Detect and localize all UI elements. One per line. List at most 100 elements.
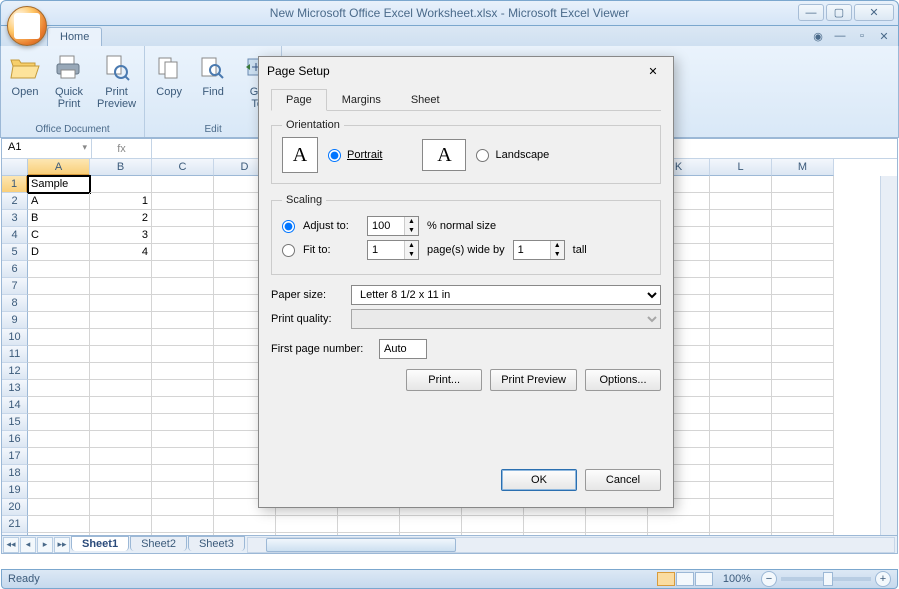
cancel-button[interactable]: Cancel xyxy=(585,469,661,491)
cell[interactable] xyxy=(276,516,338,533)
tab-sheet[interactable]: Sheet xyxy=(396,89,455,110)
maximize-button[interactable]: ▢ xyxy=(826,4,852,21)
cell[interactable]: 4 xyxy=(90,244,152,261)
cell[interactable] xyxy=(710,414,772,431)
zoom-in-button[interactable]: + xyxy=(875,571,891,587)
row-header[interactable]: 17 xyxy=(2,448,28,465)
cell[interactable] xyxy=(152,278,214,295)
sheet-tab[interactable]: Sheet3 xyxy=(188,536,245,551)
close-button[interactable]: ✕ xyxy=(854,4,894,21)
view-normal-button[interactable] xyxy=(657,572,675,586)
cell[interactable] xyxy=(710,227,772,244)
cell[interactable] xyxy=(152,431,214,448)
column-header[interactable]: M xyxy=(772,159,834,176)
cell[interactable] xyxy=(90,176,152,193)
column-header[interactable]: B xyxy=(90,159,152,176)
cell[interactable] xyxy=(152,176,214,193)
zoom-slider[interactable] xyxy=(781,577,871,581)
cell[interactable] xyxy=(772,482,834,499)
zoom-level[interactable]: 100% xyxy=(723,573,751,585)
cell[interactable] xyxy=(710,516,772,533)
tab-margins[interactable]: Margins xyxy=(327,89,396,110)
cell[interactable] xyxy=(214,516,276,533)
row-header[interactable]: 3 xyxy=(2,210,28,227)
view-page-layout-button[interactable] xyxy=(676,572,694,586)
cell[interactable] xyxy=(462,516,524,533)
cell[interactable]: A xyxy=(28,193,90,210)
cell[interactable] xyxy=(152,414,214,431)
cell[interactable] xyxy=(710,312,772,329)
cell[interactable] xyxy=(90,278,152,295)
cell[interactable] xyxy=(772,414,834,431)
print-preview-button[interactable]: Print Preview xyxy=(93,49,140,113)
open-button[interactable]: Open xyxy=(5,49,45,101)
fit-width-spinner[interactable]: ▲▼ xyxy=(367,240,419,260)
cell[interactable] xyxy=(710,465,772,482)
cell[interactable] xyxy=(152,312,214,329)
row-header[interactable]: 5 xyxy=(2,244,28,261)
cell[interactable] xyxy=(772,329,834,346)
cell[interactable] xyxy=(28,346,90,363)
cell[interactable] xyxy=(28,482,90,499)
cell[interactable] xyxy=(710,431,772,448)
cell[interactable] xyxy=(648,516,710,533)
cell[interactable] xyxy=(152,261,214,278)
zoom-out-button[interactable]: − xyxy=(761,571,777,587)
cell[interactable] xyxy=(710,295,772,312)
view-page-break-button[interactable] xyxy=(695,572,713,586)
options-button[interactable]: Options... xyxy=(585,369,661,391)
cell[interactable] xyxy=(710,261,772,278)
minimize-button[interactable]: — xyxy=(798,4,824,21)
row-header[interactable]: 21 xyxy=(2,516,28,533)
first-page-input[interactable] xyxy=(379,339,427,359)
cell[interactable] xyxy=(28,516,90,533)
cell[interactable] xyxy=(772,499,834,516)
cell[interactable]: D xyxy=(28,244,90,261)
cell[interactable] xyxy=(152,295,214,312)
row-header[interactable]: 20 xyxy=(2,499,28,516)
tab-nav-prev[interactable]: ◂ xyxy=(20,537,36,553)
cell[interactable] xyxy=(772,346,834,363)
adjust-to-spinner[interactable]: ▲▼ xyxy=(367,216,419,236)
cell[interactable] xyxy=(28,448,90,465)
cell[interactable] xyxy=(710,346,772,363)
ok-button[interactable]: OK xyxy=(501,469,577,491)
fit-to-radio[interactable] xyxy=(282,244,295,257)
quick-print-button[interactable]: Quick Print xyxy=(49,49,89,113)
cell[interactable] xyxy=(710,193,772,210)
cell[interactable] xyxy=(152,499,214,516)
cell[interactable] xyxy=(524,516,586,533)
cell[interactable] xyxy=(28,414,90,431)
cell[interactable] xyxy=(90,363,152,380)
cell[interactable] xyxy=(28,363,90,380)
cell[interactable] xyxy=(90,346,152,363)
cell[interactable] xyxy=(28,278,90,295)
cell[interactable] xyxy=(772,363,834,380)
cell[interactable] xyxy=(772,193,834,210)
tab-nav-last[interactable]: ▸▸ xyxy=(54,537,70,553)
cell[interactable] xyxy=(710,329,772,346)
portrait-radio[interactable] xyxy=(328,149,341,162)
cell[interactable] xyxy=(772,261,834,278)
cell[interactable] xyxy=(28,261,90,278)
copy-button[interactable]: Copy xyxy=(149,49,189,101)
cell[interactable] xyxy=(152,210,214,227)
office-button[interactable] xyxy=(7,6,47,46)
sheet-tab[interactable]: Sheet2 xyxy=(130,536,187,551)
row-header[interactable]: 16 xyxy=(2,431,28,448)
cell[interactable] xyxy=(710,176,772,193)
cell[interactable] xyxy=(152,516,214,533)
landscape-radio[interactable] xyxy=(476,149,489,162)
cell[interactable] xyxy=(28,295,90,312)
cell[interactable] xyxy=(772,278,834,295)
cell[interactable] xyxy=(772,516,834,533)
cell[interactable] xyxy=(28,312,90,329)
cell[interactable] xyxy=(90,312,152,329)
cell[interactable] xyxy=(772,295,834,312)
cell[interactable] xyxy=(710,499,772,516)
cell[interactable] xyxy=(90,414,152,431)
name-box[interactable]: A1 xyxy=(2,139,92,158)
cell[interactable] xyxy=(772,176,834,193)
row-header[interactable]: 19 xyxy=(2,482,28,499)
cell[interactable] xyxy=(152,193,214,210)
